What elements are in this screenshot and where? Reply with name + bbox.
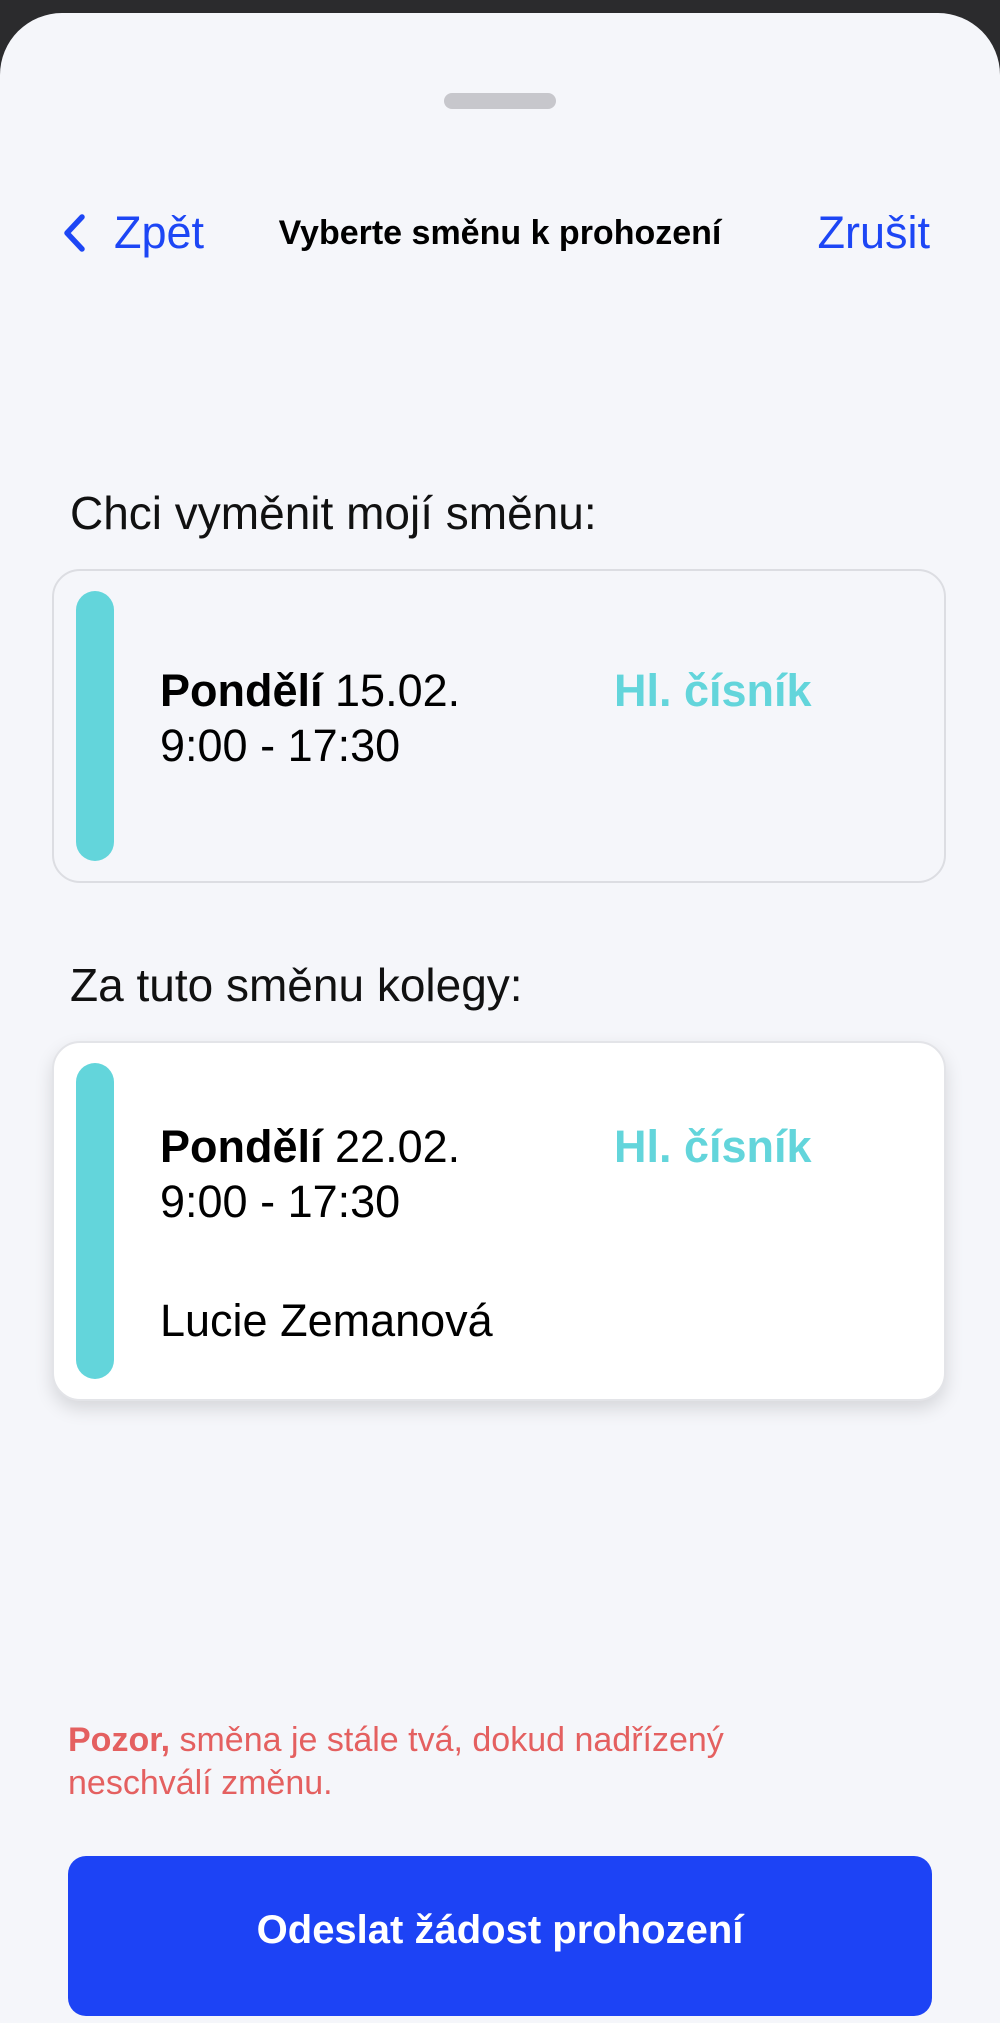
back-button[interactable]: Zpět [62,193,204,273]
chevron-left-icon [64,214,85,252]
sheet-grabber[interactable] [444,93,556,109]
shift-role: Hl. čísník [614,1121,812,1172]
shift-time: 9:00 - 17:30 [160,720,401,771]
shift-date-value: 22.02. [335,1121,461,1172]
colleague-shift-section-label: Za tuto směnu kolegy: [70,959,523,1011]
shift-weekday: Pondělí [160,1121,323,1172]
shift-role: Hl. čísník [614,665,812,716]
bottom-sheet: Zpět Vyberte směnu k prohození Zrušit Ch… [0,13,1000,2023]
shift-date: Pondělí 22.02. [160,1121,460,1173]
shift-color-bar [76,1063,114,1379]
warning-bold: Pozor, [68,1721,171,1759]
warning-message: Pozor, směna je stále tvá, dokud nadříze… [68,1719,868,1805]
page-title: Vyberte směnu k prohození [278,213,722,252]
colleague-name: Lucie Zemanová [160,1295,493,1346]
cancel-button[interactable]: Zrušit [818,193,931,273]
shift-color-bar [76,591,114,861]
shift-date-value: 15.02. [335,665,461,716]
shift-weekday: Pondělí [160,665,323,716]
my-shift-section-label: Chci vyměnit mojí směnu: [70,487,597,539]
submit-swap-request-button[interactable]: Odeslat žádost prohození [68,1856,932,2016]
colleague-shift-card[interactable]: Pondělí 22.02. 9:00 - 17:30 Hl. čísník L… [52,1041,946,1401]
shift-date: Pondělí 15.02. [160,665,460,717]
back-label: Zpět [114,207,205,258]
my-shift-card: Pondělí 15.02. 9:00 - 17:30 Hl. čísník [52,569,946,883]
shift-time: 9:00 - 17:30 [160,1176,401,1227]
